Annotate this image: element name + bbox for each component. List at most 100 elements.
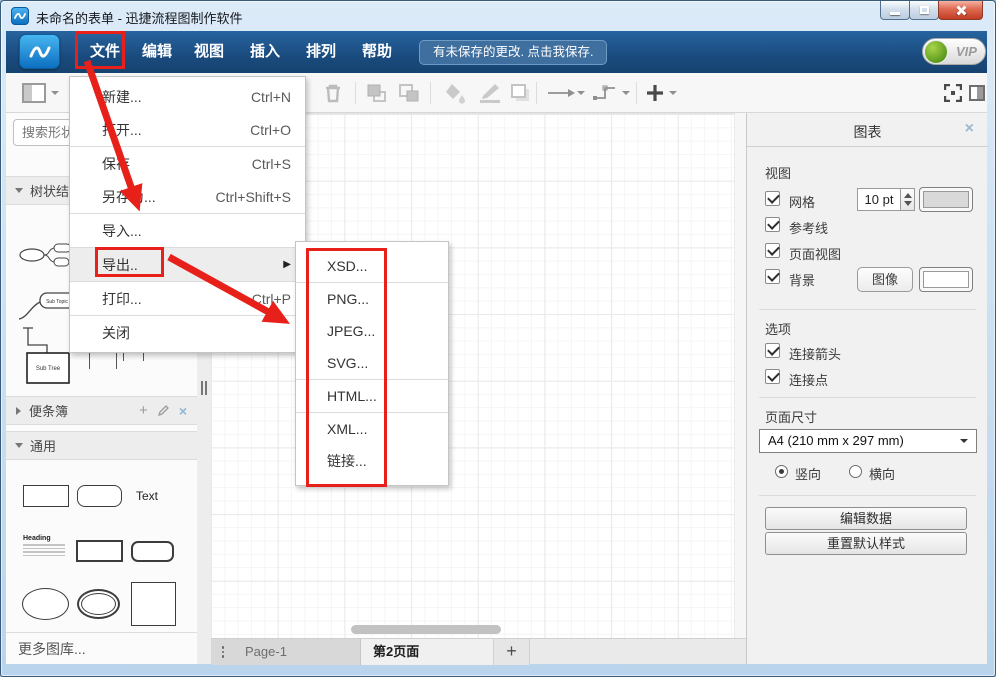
add-shape-button[interactable] <box>646 73 664 113</box>
grid-checkbox[interactable] <box>765 191 780 206</box>
menu-item-open[interactable]: 打开...Ctrl+O <box>70 113 305 146</box>
fill-color-button[interactable] <box>444 73 468 113</box>
add-shape-caret-icon[interactable] <box>669 73 677 113</box>
portrait-radio[interactable] <box>775 465 788 478</box>
connection-points-label: 连接点 <box>789 370 828 389</box>
grid-color-swatch[interactable] <box>919 187 973 212</box>
bring-to-front-button[interactable] <box>366 73 388 113</box>
shape-double-ellipse[interactable] <box>77 589 120 619</box>
submenu-item-html[interactable]: HTML... <box>296 380 448 412</box>
svg-text:Sub Tree: Sub Tree <box>36 366 61 372</box>
brand-logo-icon[interactable] <box>19 34 60 69</box>
submenu-item-link[interactable]: 链接... <box>296 445 448 477</box>
menu-help[interactable]: 帮助 <box>353 37 401 67</box>
vip-badge[interactable]: VIP <box>922 38 986 65</box>
view-section-heading: 视图 <box>765 163 791 182</box>
submenu-item-svg[interactable]: SVG... <box>296 347 448 379</box>
page-size-select[interactable]: A4 (210 mm x 297 mm) <box>759 429 977 453</box>
close-button[interactable] <box>938 1 983 20</box>
background-color-swatch[interactable] <box>919 267 973 292</box>
shape-rectangle[interactable] <box>23 485 69 507</box>
menu-item-close[interactable]: 关闭 <box>70 316 305 349</box>
shape-text[interactable]: Text <box>136 489 158 503</box>
shape-ellipse[interactable] <box>22 588 69 620</box>
minimize-button[interactable] <box>880 1 910 20</box>
landscape-radio[interactable] <box>849 465 862 478</box>
menu-item-save-as[interactable]: 另存为...Ctrl+Shift+S <box>70 180 305 213</box>
close-section-icon[interactable]: × <box>179 403 187 419</box>
grid-size-input[interactable] <box>857 188 901 211</box>
maximize-icon <box>920 6 929 14</box>
fullscreen-button[interactable] <box>944 73 962 113</box>
menu-item-new[interactable]: 新建...Ctrl+N <box>70 80 305 113</box>
add-page-button[interactable]: + <box>494 639 530 665</box>
arrow-style-caret-icon[interactable] <box>577 73 585 113</box>
grid-size-stepper[interactable] <box>901 188 915 211</box>
minimize-icon <box>890 12 900 15</box>
shape-bold-rounded-rectangle[interactable] <box>131 541 174 562</box>
application-window: 未命名的表单 - 迅捷流程图制作软件 文件 编辑 视图 插入 排列 帮助 有未保… <box>0 0 996 677</box>
file-menu-dropdown: 新建...Ctrl+N 打开...Ctrl+O 保存Ctrl+S 另存为...C… <box>69 76 306 353</box>
export-submenu: XSD... PNG... JPEG... SVG... HTML... XML… <box>295 241 449 486</box>
submenu-item-xml[interactable]: XML... <box>296 413 448 445</box>
menu-insert[interactable]: 插入 <box>241 37 289 67</box>
menu-item-print[interactable]: 打印...Ctrl+P <box>70 282 305 315</box>
shape-heading-block[interactable]: Heading <box>23 535 65 563</box>
vertical-scrollbar-track[interactable] <box>734 113 746 638</box>
shape-bracket[interactable] <box>89 351 117 369</box>
page-view-label: 页面视图 <box>789 244 841 263</box>
tab-page-1[interactable]: Page-1 <box>235 639 361 665</box>
submenu-item-png[interactable]: PNG... <box>296 283 448 315</box>
layout-panels-button[interactable] <box>22 73 46 113</box>
submenu-item-jpeg[interactable]: JPEG... <box>296 315 448 347</box>
shape-tree-diagram[interactable] <box>18 241 76 271</box>
shadow-button[interactable] <box>510 73 532 113</box>
shape-sub-tree[interactable]: Sub Tree <box>19 325 73 387</box>
chevron-down-icon <box>15 188 23 193</box>
arrow-style-button[interactable] <box>547 73 575 113</box>
section-notes[interactable]: 便条簿 + × <box>6 396 197 425</box>
tab-page-2[interactable]: 第2页面 <box>361 639 494 665</box>
edit-data-button[interactable]: 编辑数据 <box>765 507 967 530</box>
connector-style-button[interactable] <box>592 73 618 113</box>
grid-label: 网格 <box>789 192 815 211</box>
menu-arrange[interactable]: 排列 <box>297 37 345 67</box>
layout-caret-icon[interactable] <box>51 73 59 113</box>
background-checkbox[interactable] <box>765 269 780 284</box>
window-title: 未命名的表单 - 迅捷流程图制作软件 <box>36 8 243 27</box>
shape-bold-rectangle[interactable] <box>76 540 123 562</box>
add-note-icon[interactable]: + <box>139 402 148 419</box>
reset-default-style-button[interactable]: 重置默认样式 <box>765 532 967 555</box>
submenu-item-xsd[interactable]: XSD... <box>296 250 448 282</box>
delete-button[interactable] <box>324 73 342 113</box>
unsaved-changes-banner[interactable]: 有未保存的更改. 点击我保存. <box>419 40 607 65</box>
toggle-right-panel-button[interactable] <box>969 73 985 113</box>
connection-arrows-checkbox[interactable] <box>765 343 780 358</box>
more-libraries-link[interactable]: 更多图库... <box>6 632 197 664</box>
guides-checkbox[interactable] <box>765 217 780 232</box>
maximize-button[interactable] <box>909 1 939 20</box>
page-view-checkbox[interactable] <box>765 243 780 258</box>
send-to-back-button[interactable] <box>398 73 420 113</box>
section-general[interactable]: 通用 <box>6 431 197 460</box>
menu-edit[interactable]: 编辑 <box>133 37 181 67</box>
menu-item-import[interactable]: 导入... <box>70 214 305 247</box>
menu-item-save[interactable]: 保存Ctrl+S <box>70 147 305 180</box>
menu-item-export[interactable]: 导出.. ▶ <box>70 248 305 281</box>
horizontal-scrollbar[interactable] <box>351 625 501 634</box>
shape-rounded-rectangle[interactable] <box>77 485 122 507</box>
line-color-button[interactable] <box>477 73 503 113</box>
pages-menu-icon[interactable] <box>211 639 235 665</box>
connector-caret-icon[interactable] <box>622 73 630 113</box>
panel-close-icon[interactable]: × <box>965 120 974 138</box>
edit-pencil-icon[interactable] <box>157 404 170 417</box>
menu-file[interactable]: 文件 <box>81 37 129 67</box>
menu-view[interactable]: 视图 <box>185 37 233 67</box>
chevron-right-icon <box>16 407 21 415</box>
shape-square[interactable] <box>131 582 176 626</box>
background-image-button[interactable]: 图像 <box>857 267 913 292</box>
background-label: 背景 <box>789 270 815 289</box>
close-icon <box>955 4 967 16</box>
panel-title: 图表 <box>747 122 988 142</box>
connection-points-checkbox[interactable] <box>765 369 780 384</box>
